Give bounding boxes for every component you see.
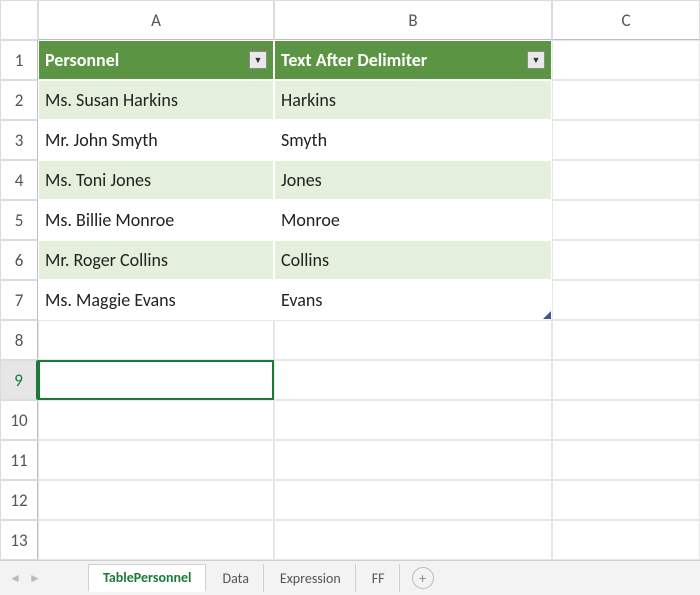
- cell-text-after-delimiter[interactable]: Evans: [274, 280, 552, 320]
- cell-empty[interactable]: [38, 320, 274, 360]
- table-header-text-after-delimiter[interactable]: Text After Delimiter ▼: [274, 40, 552, 80]
- cell-text-after-delimiter[interactable]: Smyth: [274, 120, 552, 160]
- cell-empty[interactable]: [274, 480, 552, 520]
- row-header[interactable]: 7: [0, 280, 38, 320]
- row-header[interactable]: 6: [0, 240, 38, 280]
- cell-empty[interactable]: [552, 320, 700, 360]
- cell-empty[interactable]: [552, 120, 700, 160]
- sheet-tab-bar: ◄► TablePersonnelDataExpressionFF +: [0, 560, 700, 595]
- row-header[interactable]: 1: [0, 40, 38, 80]
- cell-empty[interactable]: [552, 480, 700, 520]
- cell-empty[interactable]: [552, 440, 700, 480]
- filter-dropdown-icon[interactable]: ▼: [249, 51, 267, 69]
- cell-empty[interactable]: [552, 520, 700, 560]
- filter-dropdown-icon[interactable]: ▼: [527, 51, 545, 69]
- column-header-B[interactable]: B: [274, 0, 552, 40]
- row-header[interactable]: 10: [0, 400, 38, 440]
- cell-empty[interactable]: [274, 320, 552, 360]
- row-header[interactable]: 4: [0, 160, 38, 200]
- tab-nav-left-icon[interactable]: ◄: [6, 567, 24, 589]
- cell-empty[interactable]: [552, 160, 700, 200]
- cell-empty[interactable]: [38, 400, 274, 440]
- row-header[interactable]: 13: [0, 520, 38, 560]
- cell-empty[interactable]: [38, 480, 274, 520]
- cell-text-after-delimiter[interactable]: Jones: [274, 160, 552, 200]
- sheet-tab[interactable]: Data: [208, 564, 263, 592]
- cell-empty[interactable]: [38, 520, 274, 560]
- cell-personnel[interactable]: Mr. Roger Collins: [38, 240, 274, 280]
- cell-personnel[interactable]: Ms. Billie Monroe: [38, 200, 274, 240]
- cell-empty[interactable]: [274, 400, 552, 440]
- cell-empty[interactable]: [552, 360, 700, 400]
- row-header[interactable]: 3: [0, 120, 38, 160]
- cell-personnel[interactable]: Ms. Toni Jones: [38, 160, 274, 200]
- table-header-label: Personnel: [45, 49, 119, 71]
- column-header-C[interactable]: C: [552, 0, 700, 40]
- row-header[interactable]: 12: [0, 480, 38, 520]
- row-header[interactable]: 11: [0, 440, 38, 480]
- cell-empty[interactable]: [552, 40, 700, 80]
- cell-personnel[interactable]: Ms. Susan Harkins: [38, 80, 274, 120]
- add-sheet-icon[interactable]: +: [412, 567, 434, 589]
- cell-personnel[interactable]: Mr. John Smyth: [38, 120, 274, 160]
- worksheet-grid: ABC1Personnel▼Text After Delimiter▼2Ms. …: [0, 0, 700, 560]
- cell-empty[interactable]: [274, 360, 552, 400]
- row-header[interactable]: 5: [0, 200, 38, 240]
- sheet-tab[interactable]: FF: [358, 564, 400, 592]
- select-all-corner[interactable]: [0, 0, 38, 40]
- cell-text-after-delimiter[interactable]: Harkins: [274, 80, 552, 120]
- sheet-tab[interactable]: Expression: [266, 564, 356, 592]
- column-header-A[interactable]: A: [38, 0, 274, 40]
- cell-personnel[interactable]: Ms. Maggie Evans: [38, 280, 274, 320]
- row-header[interactable]: 8: [0, 320, 38, 360]
- table-header-personnel[interactable]: Personnel ▼: [38, 40, 274, 80]
- tab-nav-right-icon[interactable]: ►: [26, 567, 44, 589]
- cell-empty[interactable]: [552, 280, 700, 320]
- row-header[interactable]: 2: [0, 80, 38, 120]
- table-header-label: Text After Delimiter: [281, 49, 427, 71]
- cell-text-after-delimiter[interactable]: Monroe: [274, 200, 552, 240]
- cell-empty[interactable]: [274, 440, 552, 480]
- cell-empty[interactable]: [552, 400, 700, 440]
- cell-empty[interactable]: [38, 440, 274, 480]
- cell-empty[interactable]: [274, 520, 552, 560]
- cell-empty[interactable]: [38, 360, 274, 400]
- cell-empty[interactable]: [552, 200, 700, 240]
- row-header[interactable]: 9: [0, 360, 38, 400]
- cell-empty[interactable]: [552, 240, 700, 280]
- cell-empty[interactable]: [552, 80, 700, 120]
- cell-text-after-delimiter[interactable]: Collins: [274, 240, 552, 280]
- sheet-tab[interactable]: TablePersonnel: [88, 564, 206, 592]
